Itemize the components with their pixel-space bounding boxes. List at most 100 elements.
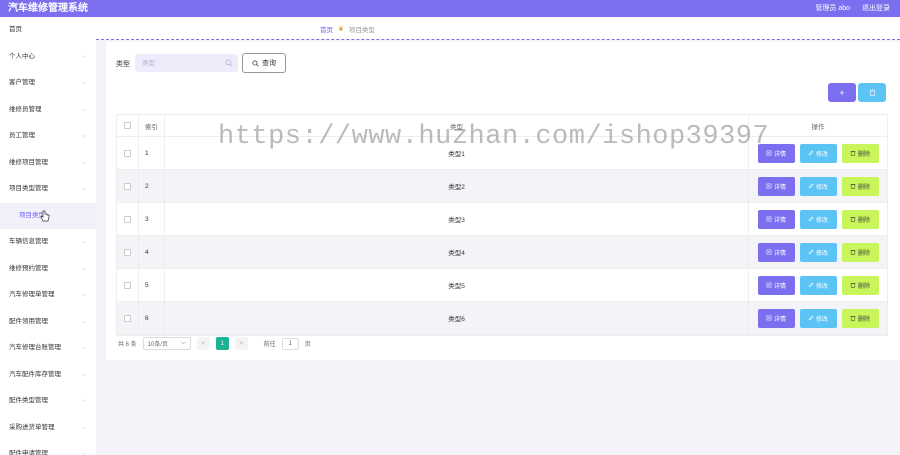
detail-button-label: 详情 xyxy=(773,250,786,257)
page-1-button[interactable]: 1 xyxy=(215,337,229,350)
sidebar-item[interactable]: 配件申请管理 ⌵ xyxy=(0,441,96,455)
chevron-down-icon: ⌵ xyxy=(81,371,86,378)
sidebar-item[interactable]: 客户管理 ⌵ xyxy=(0,70,96,97)
breadcrumb-separator-icon: ❦ xyxy=(338,26,344,33)
row-checkbox[interactable] xyxy=(124,314,131,322)
edit-button-label: 修改 xyxy=(815,217,828,224)
sidebar-item[interactable]: 汽车修理台账管理 ⌵ xyxy=(0,335,96,362)
sidebar-item-label: 维修预约管理 xyxy=(9,264,48,272)
sidebar-item[interactable]: 项目类型 xyxy=(0,202,96,229)
page-size-value: 10条/页 xyxy=(147,342,169,348)
sidebar-item[interactable]: 采购进货单管理 ⌵ xyxy=(0,415,96,442)
row-index: 2 xyxy=(139,170,165,202)
row-checkbox[interactable] xyxy=(124,248,131,256)
delete-button[interactable]: 删除 xyxy=(841,275,879,295)
search-input[interactable] xyxy=(135,54,238,72)
row-checkbox[interactable] xyxy=(124,182,131,190)
edit-button[interactable]: 修改 xyxy=(799,143,837,163)
detail-button-label: 详情 xyxy=(773,316,786,323)
sidebar-item[interactable]: 维修项目管理 ⌵ xyxy=(0,150,96,177)
delete-button-label: 删除 xyxy=(857,283,870,290)
breadcrumb: 首页 ❦ 项目类型 xyxy=(320,24,375,34)
row-type: 类型6 xyxy=(165,302,749,334)
delete-button[interactable]: 删除 xyxy=(841,242,879,262)
detail-button[interactable]: 详情 xyxy=(757,275,795,295)
next-page-button[interactable]: > xyxy=(234,337,248,350)
chevron-down-icon: ⌵ xyxy=(81,345,86,351)
delete-button[interactable]: 删除 xyxy=(841,308,879,328)
detail-button[interactable]: 详情 xyxy=(757,176,795,196)
chevron-down-icon: ⌵ xyxy=(81,239,86,245)
sidebar-item[interactable]: 配件领用管理 ⌵ xyxy=(0,309,96,336)
chevron-down-icon: ⌵ xyxy=(81,133,86,139)
sidebar-item[interactable]: 汽车修理单管理 ⌵ xyxy=(0,282,96,309)
row-type: 类型1 xyxy=(165,137,749,169)
detail-button[interactable]: 详情 xyxy=(757,308,795,328)
edit-button[interactable]: 修改 xyxy=(799,275,837,295)
batch-delete-button[interactable] xyxy=(858,83,886,102)
detail-button[interactable]: 详情 xyxy=(757,242,795,262)
add-button[interactable]: + xyxy=(828,83,856,102)
row-index: 1 xyxy=(139,137,165,169)
prev-page-button[interactable]: < xyxy=(196,337,210,350)
detail-button[interactable]: 详情 xyxy=(757,209,795,229)
breadcrumb-home[interactable]: 首页 xyxy=(320,24,333,34)
edit-button[interactable]: 修改 xyxy=(799,242,837,262)
row-index: 5 xyxy=(139,269,165,301)
sidebar-item[interactable]: 维修预约管理 ⌵ xyxy=(0,256,96,283)
detail-button[interactable]: 详情 xyxy=(757,143,795,163)
trash-icon xyxy=(850,184,856,189)
page-size-select[interactable]: 10条/页 ⌵ xyxy=(142,337,191,350)
edit-button-label: 修改 xyxy=(815,283,828,290)
document-icon xyxy=(766,249,772,255)
hand-cursor-icon xyxy=(40,210,50,221)
chevron-down-icon: ⌵ xyxy=(81,292,86,298)
search-label: 类型 xyxy=(116,61,130,68)
user-area: 管理员 abo 退出登录 xyxy=(815,3,890,14)
search-icon xyxy=(225,59,233,67)
app-title: 汽车维修管理系统 xyxy=(8,3,88,14)
sidebar-item[interactable]: 车辆信息管理 ⌵ xyxy=(0,229,96,256)
row-actions: 详情 修改 删除 xyxy=(749,170,887,202)
sidebar-item-label: 员工管理 xyxy=(9,132,35,139)
delete-button-label: 删除 xyxy=(857,184,870,191)
row-index: 6 xyxy=(139,302,165,334)
trash-icon xyxy=(850,217,856,222)
edit-button[interactable]: 修改 xyxy=(799,209,837,229)
logout-link[interactable]: 退出登录 xyxy=(862,3,890,14)
sidebar-item-label: 客户管理 xyxy=(9,79,35,86)
document-icon xyxy=(766,315,772,321)
select-all-checkbox[interactable] xyxy=(124,122,131,129)
delete-button[interactable]: 删除 xyxy=(841,209,879,229)
sidebar: 首页 个人中心 ⌵ 客户管理 ⌵ 维修员管理 ⌵ 员工管理 ⌵ 维修项目管理 ⌵ 项目类型管理 ⌵ 项目类… xyxy=(0,17,96,455)
sidebar-item[interactable]: 汽车配件库存管理 ⌵ xyxy=(0,362,96,389)
sidebar-item[interactable]: 维修员管理 ⌵ xyxy=(0,97,96,124)
row-checkbox[interactable] xyxy=(124,149,131,157)
sidebar-item-label: 项目类型管理 xyxy=(9,185,48,192)
sidebar-item[interactable]: 员工管理 ⌵ xyxy=(0,123,96,150)
query-button[interactable]: 查询 xyxy=(242,53,286,73)
detail-button-label: 详情 xyxy=(773,217,786,224)
row-actions: 详情 修改 删除 xyxy=(749,203,887,235)
row-type: 类型5 xyxy=(165,269,749,301)
row-actions: 详情 修改 删除 xyxy=(749,236,887,268)
sidebar-item[interactable]: 个人中心 ⌵ xyxy=(0,44,96,71)
edit-button[interactable]: 修改 xyxy=(799,308,837,328)
sidebar-item[interactable]: 配件类型管理 ⌵ xyxy=(0,388,96,415)
delete-button[interactable]: 删除 xyxy=(841,143,879,163)
sidebar-item[interactable]: 项目类型管理 ⌵ xyxy=(0,176,96,203)
header-type: 类型 xyxy=(165,115,749,136)
delete-button-label: 删除 xyxy=(857,151,870,158)
sidebar-item[interactable]: 首页 xyxy=(0,17,96,44)
row-checkbox[interactable] xyxy=(124,215,131,223)
edit-button-label: 修改 xyxy=(815,250,828,257)
table-row: 4 类型4 详情 修改 删除 xyxy=(117,236,887,269)
delete-button-label: 删除 xyxy=(857,217,870,224)
trash-icon xyxy=(850,250,856,255)
goto-page-input[interactable]: 1 xyxy=(281,337,299,350)
row-type: 类型3 xyxy=(165,203,749,235)
detail-button-label: 详情 xyxy=(773,184,786,191)
row-checkbox[interactable] xyxy=(124,281,131,289)
delete-button[interactable]: 删除 xyxy=(841,176,879,196)
edit-button[interactable]: 修改 xyxy=(799,176,837,196)
